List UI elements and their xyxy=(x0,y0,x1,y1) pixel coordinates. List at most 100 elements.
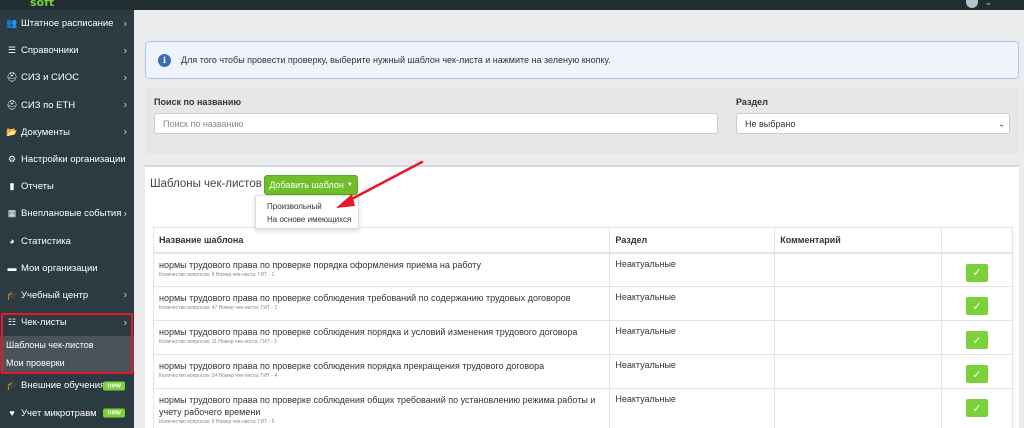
start-check-button[interactable]: ✓ xyxy=(966,263,989,282)
cell-comment xyxy=(774,252,943,287)
heartbeat-icon: ♥ xyxy=(9,408,15,419)
top-bar: soft ⌄ xyxy=(0,0,1024,10)
table-row: нормы трудового права по проверке соблюд… xyxy=(152,388,1013,428)
sidebar-item-5[interactable]: ⚙ Настройки организации xyxy=(0,146,134,173)
chevron-right-icon: › xyxy=(123,18,127,30)
start-check-button[interactable]: ✓ xyxy=(966,365,989,383)
users-icon: 👥 xyxy=(6,18,18,29)
alert-text: Для того чтобы провести проверку, выбери… xyxy=(181,55,611,65)
new-badge: new xyxy=(103,408,125,418)
chevron-right-icon: › xyxy=(123,289,127,301)
checklists-submenu: Шаблоны чек-листов Мои проверки xyxy=(0,336,134,373)
check-icon: ✓ xyxy=(972,267,982,279)
cell-section: Неактуальные xyxy=(609,252,776,287)
template-meta: Количество вопросов: 9 Номер чек-листа: … xyxy=(159,271,275,278)
section-select-value: Не выбрано xyxy=(745,118,796,129)
check-icon: ✓ xyxy=(972,368,982,381)
sidebar-item-2[interactable]: ⛑ СИЗ и СИОС › xyxy=(0,64,134,91)
start-check-button[interactable]: ✓ xyxy=(966,399,989,417)
section-label: Раздел xyxy=(736,97,768,107)
template-name: нормы трудового права по проверке соблюд… xyxy=(159,327,578,337)
calendar-icon: ▦ xyxy=(7,208,17,219)
info-alert: i Для того чтобы провести проверку, выбе… xyxy=(145,41,1019,79)
sidebar-item-extra-1[interactable]: ♥ Учет микротравм new xyxy=(0,399,134,426)
column-header-action xyxy=(941,227,1013,254)
sidebar-item-3[interactable]: ⛑ СИЗ по ЕТН › xyxy=(0,92,134,119)
briefcase-icon: ▬ xyxy=(7,263,17,274)
folder-open-icon: 📂 xyxy=(6,126,18,137)
sidebar-item-label: Учебный центр xyxy=(21,289,89,301)
templates-title: Шаблоны чек-листов xyxy=(150,178,262,190)
table-row: нормы трудового права по проверке соблюд… xyxy=(152,354,1013,389)
sidebar-item-8[interactable]: ◕ Статистика xyxy=(0,228,134,255)
template-meta: Количество вопросов: 9 Номер чек-листа: … xyxy=(159,419,275,425)
cell-comment xyxy=(774,354,943,389)
dropdown-item-from-existing[interactable]: На основе имеющихся xyxy=(256,213,358,226)
table-row: нормы трудового права по проверке порядк… xyxy=(152,252,1013,287)
section-select[interactable]: Не выбрано ⌄ xyxy=(736,113,1010,134)
chevron-right-icon: › xyxy=(123,99,127,111)
cell-section: Неактуальные xyxy=(609,388,776,428)
chevron-right-icon: › xyxy=(123,208,127,220)
sidebar-item-9[interactable]: ▬ Мои организации xyxy=(0,255,134,282)
sidebar-item-6[interactable]: ▮ Отчеты xyxy=(0,173,134,200)
graduation-cap-icon: 🎓 xyxy=(6,289,18,300)
submenu-item-my-checks[interactable]: Мои проверки xyxy=(0,354,134,372)
sidebar-item-10[interactable]: 🎓 Учебный центр › xyxy=(0,282,134,309)
cell-action: ✓ xyxy=(941,354,1013,389)
column-header-comment[interactable]: Комментарий xyxy=(774,227,943,254)
sidebar-item-11[interactable]: ☷ Чек-листы › xyxy=(0,309,134,336)
submenu-item-templates[interactable]: Шаблоны чек-листов xyxy=(0,336,134,354)
checklist-icon: ☷ xyxy=(7,317,17,328)
chevron-right-icon: › xyxy=(123,45,127,57)
cell-template-name: нормы трудового права по проверке соблюд… xyxy=(152,286,611,321)
table-row: нормы трудового права по проверке соблюд… xyxy=(152,286,1013,321)
sidebar-item-0[interactable]: 👥 Штатное расписание › xyxy=(0,10,134,37)
sidebar-item-label: Мои организации xyxy=(21,262,98,274)
cell-section: Неактуальные xyxy=(609,286,776,321)
sidebar-item-1[interactable]: ☰ Справочники › xyxy=(0,37,134,64)
cell-section: Неактуальные xyxy=(609,354,776,389)
sidebar-item-label: Чек-листы xyxy=(21,317,67,329)
cell-section: Неактуальные xyxy=(609,320,776,355)
chevron-right-icon: › xyxy=(123,72,127,84)
sidebar-item-label: Внешние обучения xyxy=(21,380,106,392)
template-name: нормы трудового права по проверке соблюд… xyxy=(159,293,571,303)
sidebar-item-4[interactable]: 📂 Документы › xyxy=(0,119,134,146)
table-header-row: Название шаблона Раздел Комментарий xyxy=(152,227,1013,254)
user-avatar[interactable] xyxy=(966,0,978,8)
filter-panel: Поиск по названию Раздел Не выбрано ⌄ xyxy=(145,88,1019,154)
helmet-icon: ⛑ xyxy=(6,99,18,110)
templates-table: Название шаблона Раздел Комментарий норм… xyxy=(152,227,1013,428)
column-header-name[interactable]: Название шаблона xyxy=(152,227,611,254)
check-icon: ✓ xyxy=(972,300,982,313)
sidebar-item-label: Справочники xyxy=(21,45,79,57)
user-menu-caret-icon[interactable]: ⌄ xyxy=(984,0,992,8)
list-icon: ☰ xyxy=(7,45,17,56)
brand-logo[interactable]: soft xyxy=(30,0,54,9)
template-meta: Количество вопросов: 47 Номер чек-листа:… xyxy=(159,305,278,311)
gear-icon: ⚙ xyxy=(7,154,17,165)
sidebar-item-extra-0[interactable]: 🎓 Внешние обучения new xyxy=(0,372,134,399)
info-icon: i xyxy=(158,53,171,67)
sidebar-item-label: Статистика xyxy=(21,235,71,247)
template-name: нормы трудового права по проверке порядк… xyxy=(159,259,482,270)
graduation-cap-icon: 🎓 xyxy=(6,380,18,391)
file-icon: ▮ xyxy=(9,181,15,192)
chevron-right-icon: › xyxy=(123,317,127,329)
cell-template-name: нормы трудового права по проверке порядк… xyxy=(152,252,611,287)
cell-comment xyxy=(774,388,943,428)
start-check-button[interactable]: ✓ xyxy=(966,297,989,315)
sidebar-item-label: Штатное расписание xyxy=(21,18,114,30)
sidebar-item-label: Отчеты xyxy=(21,181,54,193)
sidebar-item-7[interactable]: ▦ Внеплановые события › xyxy=(0,200,134,227)
helmet-icon: ⛑ xyxy=(6,72,18,83)
cell-template-name: нормы трудового права по проверке соблюд… xyxy=(152,354,611,389)
start-check-button[interactable]: ✓ xyxy=(966,331,989,349)
check-icon: ✓ xyxy=(972,334,982,347)
search-input[interactable] xyxy=(154,113,718,134)
cell-action: ✓ xyxy=(941,286,1013,321)
template-name: нормы трудового права по проверке соблюд… xyxy=(159,395,596,417)
cell-template-name: нормы трудового права по проверке соблюд… xyxy=(152,320,611,355)
column-header-section[interactable]: Раздел xyxy=(609,227,776,254)
